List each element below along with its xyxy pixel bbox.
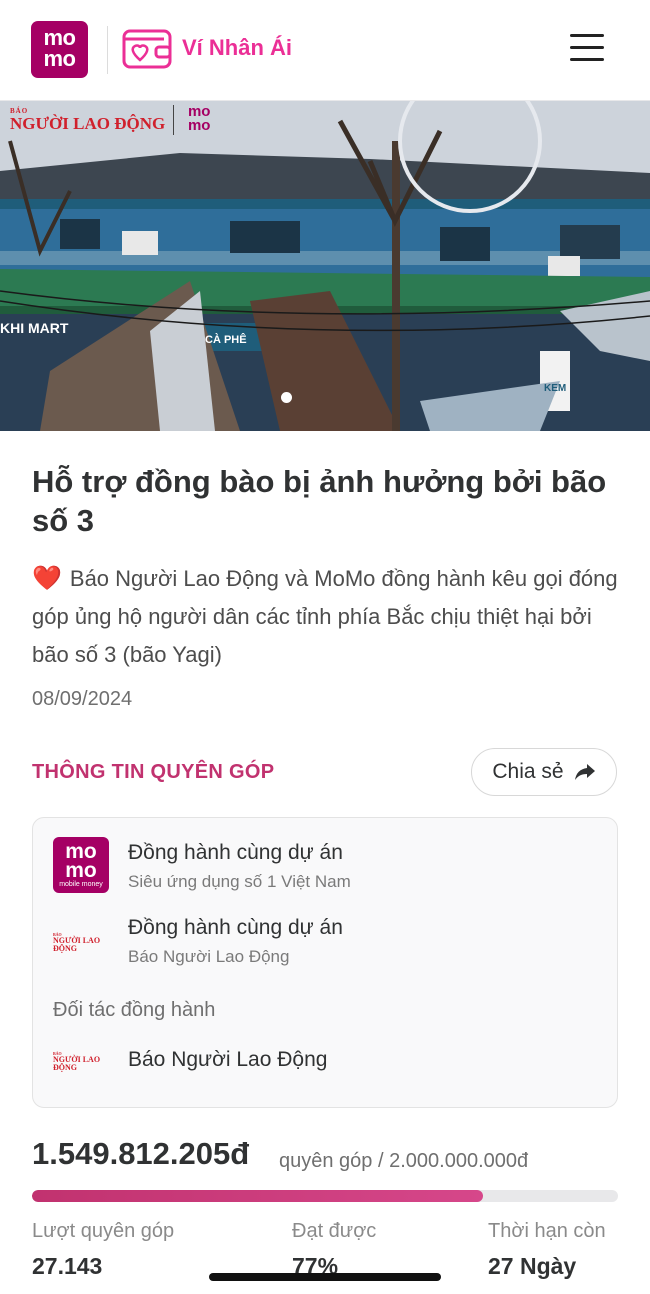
hamburger-menu-icon[interactable] bbox=[568, 34, 606, 66]
banner-partner-logos: BÁO NGƯỜI LAO ĐỘNG mo mo bbox=[10, 103, 216, 137]
donation-progress-fill bbox=[32, 1190, 484, 1202]
achieved-label: Đạt được bbox=[292, 1220, 377, 1242]
donation-progress-bar bbox=[32, 1190, 618, 1202]
campaign-banner-image[interactable]: KHI MART CÀ PHÊ KEM BÁO NGƯỜI LAO ĐỘNG m… bbox=[0, 101, 650, 431]
nld-partner-logo: BÁO NGƯỜI LAO ĐỘNG bbox=[53, 932, 101, 953]
momo-logo[interactable]: mo mo bbox=[31, 21, 88, 78]
share-button-label: Chia sẻ bbox=[492, 760, 564, 783]
campaign-title: Hỗ trợ đồng bào bị ảnh hưởng bởi bão số … bbox=[32, 464, 607, 538]
donation-info-heading: THÔNG TIN QUYÊN GÓP bbox=[32, 761, 275, 783]
companion-subtitle-momo: Siêu ứng dụng số 1 Việt Nam bbox=[128, 872, 351, 891]
partner-card: mo mo mobile money Đồng hành cùng dự án … bbox=[32, 817, 618, 1108]
momo-logo-text-top: mo bbox=[43, 25, 77, 50]
heart-icon: ❤️ bbox=[32, 565, 62, 592]
nld-partner-logo-2: BÁO NGƯỜI LAO ĐỘNG bbox=[53, 1051, 101, 1072]
header-divider bbox=[107, 26, 108, 74]
momo-logo-text-bottom: mo bbox=[43, 46, 77, 71]
amount-raised: 1.549.812.205đ bbox=[32, 1136, 250, 1171]
momo-partner-logo: mo mo mobile money bbox=[53, 837, 109, 893]
carousel-dot-indicator[interactable] bbox=[281, 392, 292, 403]
share-arrow-icon bbox=[574, 764, 595, 780]
campaign-description-text: Báo Người Lao Động và MoMo đồng hành kêu… bbox=[32, 566, 618, 667]
donations-count-value: 27.143 bbox=[32, 1253, 103, 1279]
svg-text:KHI MART: KHI MART bbox=[0, 320, 69, 336]
time-remaining-value: 27 Ngày bbox=[488, 1253, 577, 1279]
donation-goal: quyên góp / 2.000.000.000đ bbox=[279, 1150, 529, 1172]
banner-logo-divider bbox=[173, 105, 175, 135]
companion-title-momo: Đồng hành cùng dự án bbox=[128, 841, 343, 864]
banner-momo-logo: mo mo bbox=[187, 103, 211, 134]
nld-newspaper-logo: BÁO NGƯỜI LAO ĐỘNG bbox=[10, 107, 166, 133]
share-button[interactable]: Chia sẻ bbox=[471, 748, 617, 796]
campaign-date: 08/09/2024 bbox=[32, 688, 133, 710]
brand-name[interactable]: Ví Nhân Ái bbox=[182, 35, 292, 61]
storm-damage-photo: KHI MART CÀ PHÊ KEM bbox=[0, 101, 650, 431]
donations-count-label: Lượt quyên góp bbox=[32, 1220, 175, 1242]
partner-name: Báo Người Lao Động bbox=[128, 1048, 328, 1071]
companion-subtitle-nld: Báo Người Lao Động bbox=[128, 947, 290, 966]
app-header: mo mo Ví Nhân Ái bbox=[0, 0, 650, 101]
home-indicator[interactable] bbox=[209, 1273, 441, 1281]
svg-text:KEM: KEM bbox=[544, 383, 566, 394]
partner-section-label: Đối tác đồng hành bbox=[53, 999, 216, 1021]
svg-text:CÀ PHÊ: CÀ PHÊ bbox=[205, 333, 247, 346]
wallet-heart-icon[interactable] bbox=[122, 29, 172, 69]
time-remaining-label: Thời hạn còn bbox=[488, 1220, 606, 1242]
campaign-description: ❤️ Báo Người Lao Động và MoMo đồng hành k… bbox=[32, 560, 620, 674]
companion-title-nld: Đồng hành cùng dự án bbox=[128, 916, 343, 939]
